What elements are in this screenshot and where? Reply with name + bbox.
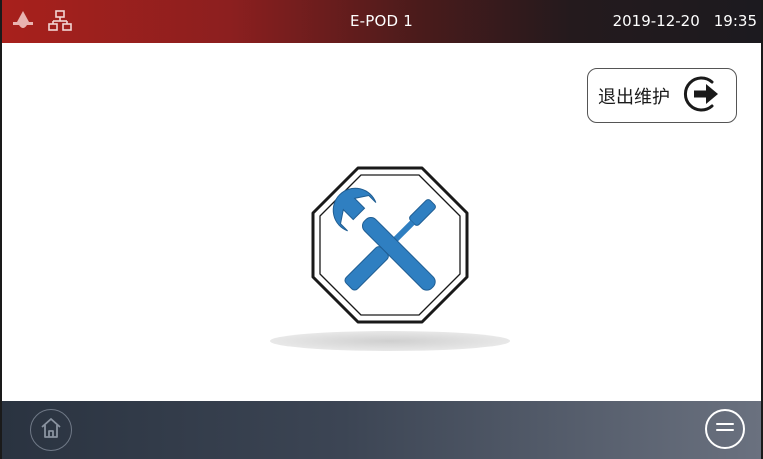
maintenance-screen: E-POD 1 2019-12-20 19:35 退出维护 (0, 0, 763, 459)
menu-button[interactable] (705, 409, 745, 449)
time-text: 19:35 (713, 12, 757, 30)
top-status-bar: E-POD 1 2019-12-20 19:35 (2, 0, 761, 43)
bottom-nav-bar (2, 401, 761, 459)
date-text: 2019-12-20 (612, 12, 700, 30)
datetime: 2019-12-20 19:35 (613, 12, 757, 30)
illustration-shadow (270, 331, 510, 351)
maintenance-tools-icon (311, 166, 469, 324)
exit-maintenance-button[interactable]: 退出维护 (587, 68, 737, 123)
exit-maintenance-label: 退出维护 (598, 86, 670, 108)
menu-icon (714, 419, 736, 439)
maintenance-illustration (270, 160, 510, 360)
home-icon (38, 415, 64, 445)
home-button[interactable] (30, 409, 72, 451)
exit-arrow-icon (678, 71, 724, 121)
